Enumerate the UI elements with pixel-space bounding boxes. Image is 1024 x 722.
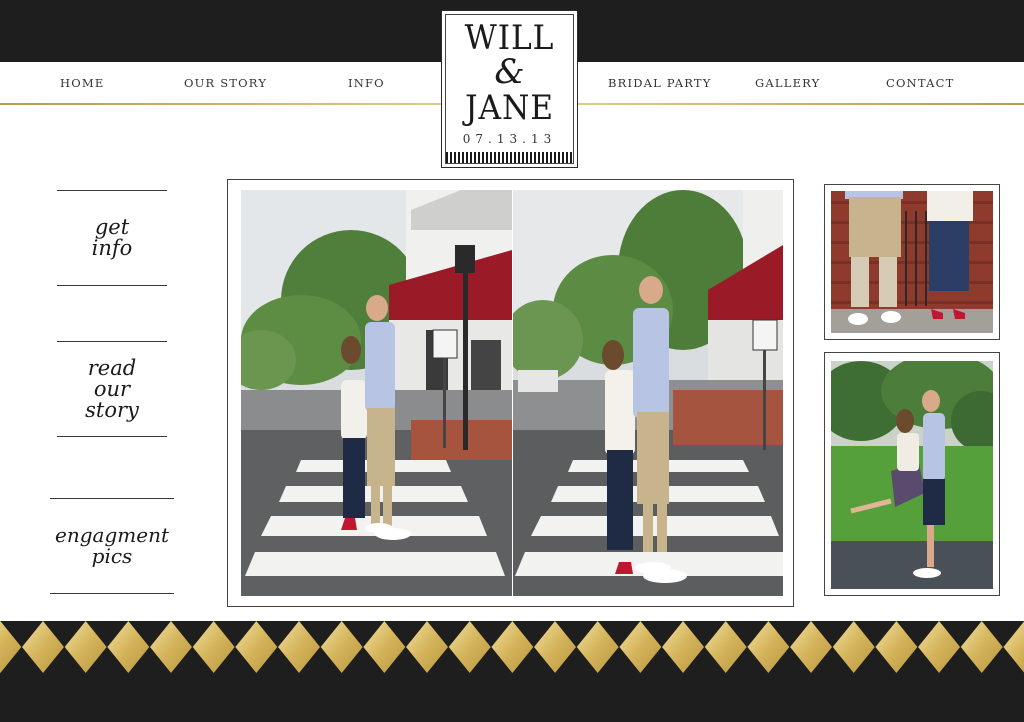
- gold-diamond: [278, 621, 321, 673]
- gold-diamond: [320, 621, 363, 673]
- gold-diamond: [875, 621, 918, 673]
- main-photo-left[interactable]: [241, 190, 512, 596]
- gold-diamond: [107, 621, 150, 673]
- gold-diamond: [22, 621, 65, 673]
- gold-diamond: [491, 621, 534, 673]
- diamond-pattern-band: [0, 621, 1024, 673]
- nav-info[interactable]: INFO: [348, 76, 385, 90]
- diamond-pattern: [0, 621, 1024, 673]
- nav-home[interactable]: HOME: [60, 76, 104, 90]
- photo-image: [831, 361, 993, 589]
- thumbnail-frame-bottom[interactable]: [824, 352, 1000, 596]
- gold-diamond: [790, 621, 833, 673]
- sidebar-link-get-info[interactable]: get info: [57, 190, 167, 286]
- gold-diamond: [662, 621, 705, 673]
- nav-our-story[interactable]: OUR STORY: [184, 76, 267, 90]
- sidebar-link-label: get info: [91, 215, 133, 260]
- photo-image: [241, 190, 512, 596]
- main-photo-right[interactable]: [513, 190, 783, 596]
- nav-contact[interactable]: CONTACT: [886, 76, 955, 90]
- logo-stripes: [446, 152, 573, 163]
- gold-diamond: [832, 621, 875, 673]
- gold-diamond: [192, 621, 235, 673]
- logo-name-jane: JANE: [464, 88, 555, 128]
- gold-diamond: [747, 621, 790, 673]
- thumbnail-photo-shoes: [831, 191, 993, 333]
- gold-diamond: [918, 621, 961, 673]
- gold-diamond: [150, 621, 193, 673]
- gold-diamond: [448, 621, 491, 673]
- gold-diamond: [619, 621, 662, 673]
- gold-diamond: [363, 621, 406, 673]
- logo-name-will: WILL: [464, 18, 555, 58]
- photo-image: [513, 190, 783, 596]
- gold-diamond: [1003, 621, 1024, 673]
- sidebar-link-read-our-story[interactable]: read our story: [57, 341, 167, 437]
- logo-ampersand: &: [494, 52, 525, 92]
- gold-diamond: [704, 621, 747, 673]
- gold-diamond: [64, 621, 107, 673]
- nav-bridal-party[interactable]: BRIDAL PARTY: [608, 76, 712, 90]
- main-photo-frame: [227, 179, 794, 607]
- gold-diamond: [534, 621, 577, 673]
- photo-image: [831, 191, 993, 333]
- site-logo[interactable]: WILL & JANE 07.13.13: [441, 10, 578, 168]
- sidebar-link-label: read our story: [85, 355, 139, 422]
- sidebar-link-label: engagment pics: [55, 523, 169, 568]
- thumbnail-photo-lift: [831, 361, 993, 589]
- nav-gallery[interactable]: GALLERY: [755, 76, 820, 90]
- thumbnail-frame-top[interactable]: [824, 184, 1000, 340]
- gold-diamond: [576, 621, 619, 673]
- sidebar-link-engagement-pics[interactable]: engagment pics: [50, 498, 174, 594]
- gold-diamond: [406, 621, 449, 673]
- gold-diamond: [0, 621, 22, 673]
- logo-date: 07.13.13: [462, 132, 557, 146]
- gold-diamond: [960, 621, 1003, 673]
- gold-diamond: [235, 621, 278, 673]
- bottom-bar: [0, 673, 1024, 722]
